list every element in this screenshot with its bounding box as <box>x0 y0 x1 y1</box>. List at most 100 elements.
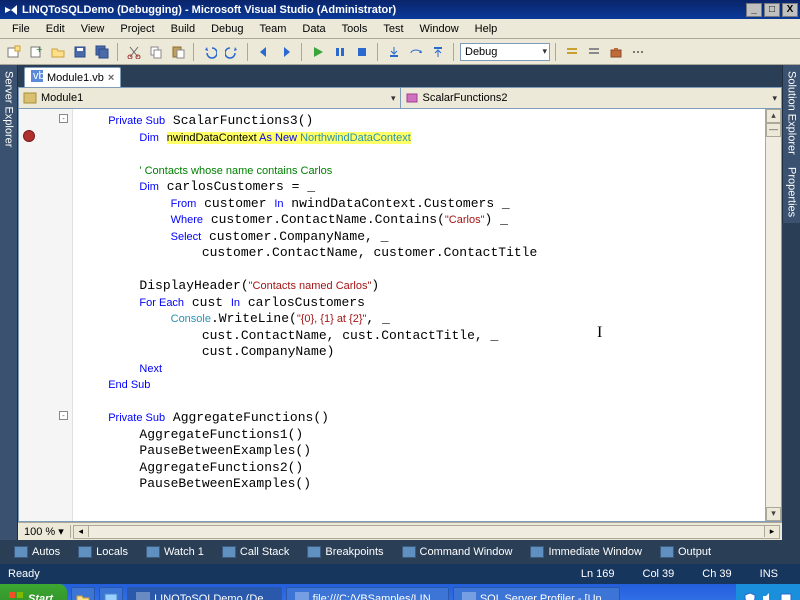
solution-explorer-tab[interactable]: Solution Explorer <box>782 65 800 161</box>
tool-window-icon <box>402 546 416 558</box>
add-item-icon[interactable]: + <box>26 42 46 62</box>
scope-dropdown[interactable]: Module1 <box>19 88 401 108</box>
member-dropdown[interactable]: ScalarFunctions2 <box>401 88 782 108</box>
comment-icon[interactable] <box>562 42 582 62</box>
menu-debug[interactable]: Debug <box>203 21 251 37</box>
close-tab-icon[interactable]: × <box>108 72 114 84</box>
nav-back-icon[interactable] <box>254 42 274 62</box>
menu-bar: FileEditViewProjectBuildDebugTeamDataToo… <box>0 19 800 39</box>
horizontal-scrollbar[interactable] <box>73 525 780 539</box>
main-area: Server Explorer vb Module1.vb × Module1 … <box>0 65 800 540</box>
code-editor[interactable]: - - Private Sub ScalarFunctions3() Dim n… <box>18 109 782 522</box>
step-over-icon[interactable] <box>406 42 426 62</box>
bottom-tab-immediate-window[interactable]: Immediate Window <box>522 543 650 561</box>
undo-icon[interactable] <box>200 42 220 62</box>
start-debug-icon[interactable] <box>308 42 328 62</box>
status-col: Col 39 <box>629 568 689 580</box>
status-ready: Ready <box>8 568 40 580</box>
menu-edit[interactable]: Edit <box>38 21 73 37</box>
tool-window-icon <box>146 546 160 558</box>
server-explorer-tab[interactable]: Server Explorer <box>0 65 18 540</box>
menu-window[interactable]: Window <box>412 21 467 37</box>
stop-debug-icon[interactable] <box>352 42 372 62</box>
copy-icon[interactable] <box>146 42 166 62</box>
split-handle[interactable]: — <box>766 123 781 137</box>
zoom-dropdown[interactable]: 100 % ▾ <box>18 525 71 538</box>
standard-toolbar: + Debug <box>0 39 800 65</box>
editor-gutter[interactable]: - - <box>19 109 73 521</box>
title-bar: LINQToSQLDemo (Debugging) - Microsoft Vi… <box>0 0 800 19</box>
new-project-icon[interactable] <box>4 42 24 62</box>
menu-help[interactable]: Help <box>467 21 506 37</box>
tray-volume-icon[interactable] <box>762 592 774 600</box>
status-bar: Ready Ln 169 Col 39 Ch 39 INS <box>0 564 800 584</box>
scroll-up-icon[interactable]: ▴ <box>766 109 781 123</box>
start-button[interactable]: Start <box>0 584 67 600</box>
bottom-tab-output[interactable]: Output <box>652 543 719 561</box>
document-tab-row: vb Module1.vb × <box>18 65 782 87</box>
bottom-tab-locals[interactable]: Locals <box>70 543 136 561</box>
module-icon <box>23 92 37 104</box>
menu-tools[interactable]: Tools <box>334 21 376 37</box>
menu-view[interactable]: View <box>73 21 113 37</box>
quick-launch-desktop[interactable] <box>99 587 123 600</box>
cut-icon[interactable] <box>124 42 144 62</box>
paste-icon[interactable] <box>168 42 188 62</box>
nav-fwd-icon[interactable] <box>276 42 296 62</box>
break-all-icon[interactable] <box>330 42 350 62</box>
toolbox-icon[interactable] <box>606 42 626 62</box>
uncomment-icon[interactable] <box>584 42 604 62</box>
maximize-button[interactable]: □ <box>764 3 780 17</box>
tray-network-icon[interactable] <box>780 592 792 600</box>
save-all-icon[interactable] <box>92 42 112 62</box>
bottom-tab-watch-1[interactable]: Watch 1 <box>138 543 212 561</box>
scope-label: Module1 <box>41 92 83 104</box>
more-icon[interactable] <box>628 42 648 62</box>
taskbar-item[interactable]: LINQToSQLDemo (De... <box>127 587 282 600</box>
bottom-tab-command-window[interactable]: Command Window <box>394 543 521 561</box>
status-line: Ln 169 <box>567 568 629 580</box>
config-dropdown[interactable]: Debug <box>460 43 550 61</box>
outline-collapse-icon[interactable]: - <box>59 114 68 123</box>
bottom-tab-autos[interactable]: Autos <box>6 543 68 561</box>
save-icon[interactable] <box>70 42 90 62</box>
properties-tab[interactable]: Properties <box>782 161 800 223</box>
menu-data[interactable]: Data <box>294 21 333 37</box>
code-area[interactable]: Private Sub ScalarFunctions3() Dim nwind… <box>73 109 765 521</box>
menu-project[interactable]: Project <box>112 21 162 37</box>
svg-text:+: + <box>36 45 42 56</box>
outline-collapse-icon[interactable]: - <box>59 411 68 420</box>
document-tab[interactable]: vb Module1.vb × <box>24 67 121 87</box>
bottom-tab-breakpoints[interactable]: Breakpoints <box>299 543 391 561</box>
tool-window-icon <box>78 546 92 558</box>
vertical-scrollbar[interactable]: ▴ — ▾ <box>765 109 781 521</box>
open-icon[interactable] <box>48 42 68 62</box>
svg-text:vb: vb <box>33 70 43 82</box>
taskbar-item[interactable]: file:///C:/VBSamples/LIN... <box>286 587 449 600</box>
editor-footer: 100 % ▾ <box>18 522 782 540</box>
menu-test[interactable]: Test <box>375 21 411 37</box>
breakpoint-marker[interactable] <box>23 130 35 142</box>
system-tray[interactable] <box>736 584 800 600</box>
bottom-tab-call-stack[interactable]: Call Stack <box>214 543 298 561</box>
taskbar-item[interactable]: SQL Server Profiler - [Un... <box>453 587 620 600</box>
tool-window-icon <box>307 546 321 558</box>
redo-icon[interactable] <box>222 42 242 62</box>
method-icon <box>405 92 419 104</box>
nav-dropdown-row: Module1 ScalarFunctions2 <box>18 87 782 109</box>
menu-team[interactable]: Team <box>252 21 295 37</box>
status-ins: INS <box>746 568 792 580</box>
quick-launch-explorer[interactable] <box>71 587 95 600</box>
close-button[interactable]: X <box>782 3 798 17</box>
tool-window-icon <box>660 546 674 558</box>
scroll-down-icon[interactable]: ▾ <box>766 507 781 521</box>
step-into-icon[interactable] <box>384 42 404 62</box>
window-title: LINQToSQLDemo (Debugging) - Microsoft Vi… <box>22 4 744 16</box>
document-tab-label: Module1.vb <box>47 72 104 84</box>
step-out-icon[interactable] <box>428 42 448 62</box>
menu-build[interactable]: Build <box>163 21 203 37</box>
menu-file[interactable]: File <box>4 21 38 37</box>
tray-shield-icon[interactable] <box>744 592 756 600</box>
vb-file-icon: vb <box>31 70 43 85</box>
minimize-button[interactable]: _ <box>746 3 762 17</box>
